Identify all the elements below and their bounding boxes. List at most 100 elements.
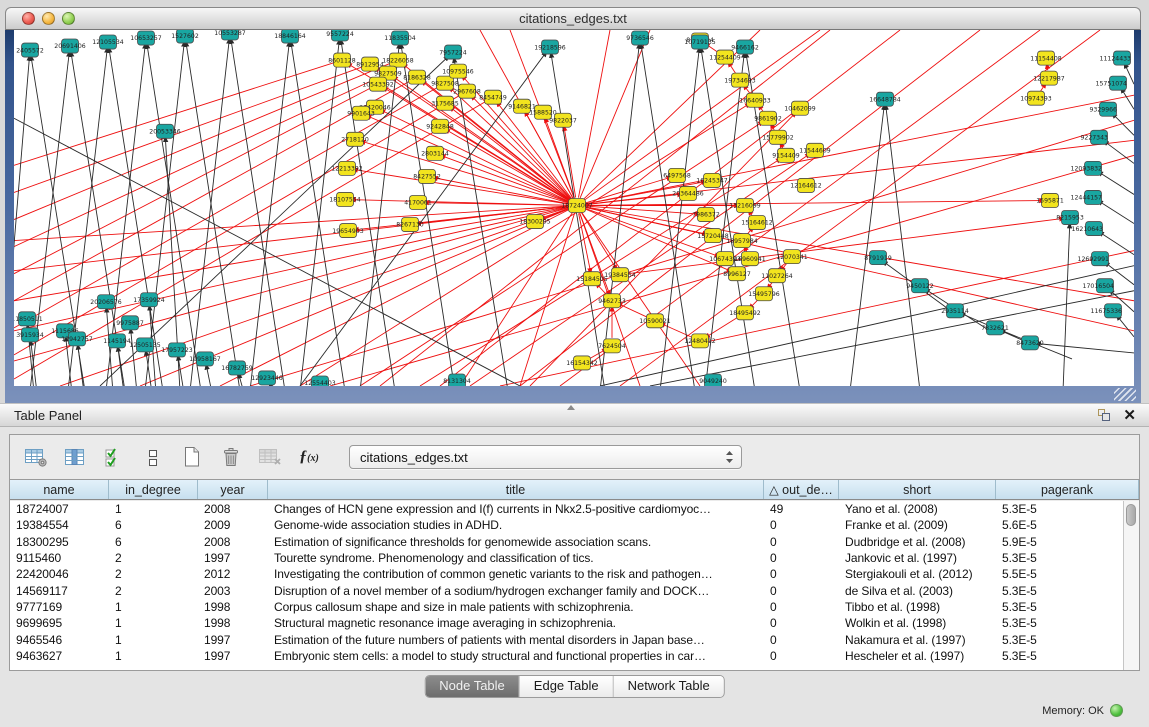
- network-edge[interactable]: [14, 67, 362, 193]
- network-node-label: 8996127: [723, 271, 751, 278]
- cell-pagerank: 5.9E-5: [996, 535, 1124, 549]
- network-edge[interactable]: [746, 249, 747, 251]
- network-node-label: 1145194: [103, 338, 131, 345]
- network-edge[interactable]: [1126, 66, 1134, 84]
- resize-grip[interactable]: [1114, 388, 1136, 401]
- network-edge[interactable]: [300, 43, 339, 386]
- tab-edge-table[interactable]: Edge Table: [520, 676, 614, 697]
- network-edge[interactable]: [1119, 318, 1134, 337]
- cell-title: Estimation of the future numbers of pati…: [268, 633, 764, 647]
- table-row[interactable]: 946554611997Estimation of the future num…: [10, 631, 1124, 647]
- network-edge[interactable]: [1123, 91, 1134, 109]
- network-edge[interactable]: [1101, 173, 1134, 194]
- cell-short: Franke et al. (2009): [839, 518, 996, 532]
- table-row[interactable]: 1938455462009Genome-wide association stu…: [10, 517, 1124, 533]
- network-edge[interactable]: [147, 47, 201, 386]
- network-edge[interactable]: [369, 117, 569, 203]
- network-edge[interactable]: [14, 87, 438, 328]
- network-canvas[interactable]: 1872400786011288912954182260589827509105…: [14, 30, 1134, 386]
- scrollbar-thumb[interactable]: [1126, 504, 1136, 526]
- network-edge[interactable]: [231, 42, 285, 386]
- network-edge[interactable]: [585, 207, 1134, 301]
- network-edge[interactable]: [443, 156, 569, 202]
- table-row[interactable]: 969969511998Structural magnetic resonanc…: [10, 615, 1124, 631]
- create-column-button[interactable]: [179, 445, 205, 469]
- column-header-in_degree[interactable]: in_degree: [109, 480, 198, 499]
- table-row[interactable]: 977716911998Corpus callosum shape and si…: [10, 599, 1124, 615]
- network-edge[interactable]: [1106, 143, 1134, 164]
- network-edge[interactable]: [186, 45, 240, 386]
- vertical-scrollbar[interactable]: [1123, 501, 1139, 670]
- delete-column-button[interactable]: [218, 445, 244, 469]
- splitter-handle[interactable]: [567, 405, 575, 410]
- table-row[interactable]: 946362711997Embryonic stem cells: a mode…: [10, 648, 1124, 664]
- network-node-label: 10462099: [784, 105, 816, 112]
- column-header-year[interactable]: year: [198, 480, 268, 499]
- network-window-titlebar[interactable]: citations_edges.txt: [5, 7, 1141, 30]
- network-edge[interactable]: [530, 115, 794, 386]
- network-edge[interactable]: [207, 368, 212, 386]
- network-edge[interactable]: [850, 108, 884, 386]
- network-edge[interactable]: [1040, 86, 1044, 92]
- network-edge[interactable]: [1101, 202, 1134, 223]
- network-edge[interactable]: [239, 377, 244, 386]
- close-window-button[interactable]: [22, 12, 35, 25]
- network-edge[interactable]: [581, 212, 615, 267]
- network-edge[interactable]: [620, 30, 1100, 386]
- delete-table-button[interactable]: [257, 445, 283, 469]
- column-header-short[interactable]: short: [839, 480, 996, 499]
- zoom-window-button[interactable]: [62, 12, 75, 25]
- network-edge[interactable]: [14, 206, 569, 241]
- select-attributes-button[interactable]: [101, 445, 127, 469]
- table-row[interactable]: 2242004622012Investigating the contribut…: [10, 566, 1124, 582]
- function-builder-button[interactable]: ƒ(x): [296, 445, 322, 469]
- network-node-label: 9450122: [906, 283, 934, 290]
- column-header-out_degree[interactable]: △ out_de…: [764, 480, 839, 499]
- column-header-pagerank[interactable]: pagerank: [996, 480, 1139, 499]
- network-edge[interactable]: [886, 108, 920, 386]
- network-edge[interactable]: [1063, 227, 1070, 386]
- network-edge[interactable]: [578, 30, 610, 198]
- table-row[interactable]: 1456911722003Disruption of a novel membe…: [10, 582, 1124, 598]
- network-edge[interactable]: [31, 344, 37, 386]
- cell-pagerank: 5.5E-5: [996, 567, 1124, 581]
- minimize-window-button[interactable]: [42, 12, 55, 25]
- row-height-button[interactable]: [140, 445, 166, 469]
- tab-node-table[interactable]: Node Table: [425, 676, 520, 697]
- column-header-name[interactable]: name: [10, 480, 109, 499]
- tab-network-table[interactable]: Network Table: [614, 676, 724, 697]
- select-columns-button[interactable]: [62, 445, 88, 469]
- network-node-label: 18846164: [274, 33, 306, 40]
- network-edge[interactable]: [730, 65, 736, 74]
- close-panel-icon[interactable]: ✕: [1123, 406, 1136, 426]
- network-edge[interactable]: [436, 178, 569, 204]
- network-node-label: 17016504: [1083, 283, 1115, 290]
- table-settings-button[interactable]: [23, 445, 49, 469]
- network-edge[interactable]: [250, 45, 289, 386]
- network-edge[interactable]: [448, 131, 570, 202]
- network-node-label: 12070341: [776, 254, 808, 261]
- network-edge[interactable]: [131, 332, 137, 386]
- network-edge[interactable]: [364, 142, 570, 203]
- network-edge[interactable]: [291, 45, 345, 386]
- network-node-label: 10975546: [442, 68, 474, 75]
- network-edge[interactable]: [600, 47, 639, 386]
- network-edge[interactable]: [600, 266, 1134, 386]
- network-edge[interactable]: [620, 305, 648, 318]
- network-node-label: 9557224: [326, 31, 354, 38]
- column-header-title[interactable]: title: [268, 480, 764, 499]
- network-edge[interactable]: [145, 45, 184, 386]
- network-edge[interactable]: [341, 43, 395, 386]
- network-node-label: 10590021: [639, 318, 671, 325]
- network-edge[interactable]: [440, 30, 900, 386]
- table-row[interactable]: 911546021997Tourette syndrome. Phenomeno…: [10, 550, 1124, 566]
- network-edge[interactable]: [300, 105, 747, 386]
- table-row[interactable]: 1830029562008Estimation of significance …: [10, 534, 1124, 550]
- table-row[interactable]: 1872400712008Changes of HCN gene express…: [10, 501, 1124, 517]
- network-edge[interactable]: [782, 146, 783, 148]
- float-panel-icon[interactable]: [1098, 409, 1112, 423]
- network-edge[interactable]: [14, 95, 460, 355]
- table-selector-dropdown[interactable]: citations_edges.txt: [349, 445, 742, 469]
- network-edge[interactable]: [470, 155, 808, 386]
- network-node-label: 18724007: [561, 203, 593, 210]
